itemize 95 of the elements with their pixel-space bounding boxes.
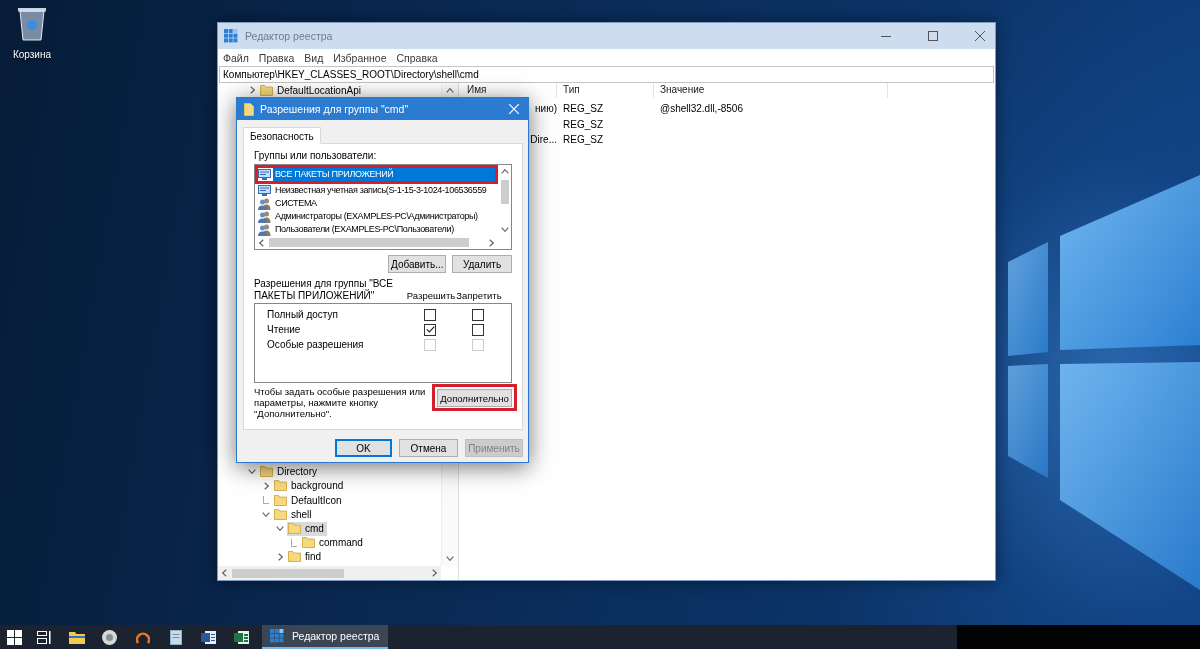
permission-name: Полный доступ (266, 309, 338, 320)
recycle-bin-shortcut[interactable]: Корзина (4, 5, 60, 60)
value-name: Dire... (530, 134, 557, 146)
chevron-right-icon[interactable] (263, 481, 269, 490)
tab[interactable]: Безопасность (243, 127, 321, 144)
scrollbar-thumb[interactable] (500, 180, 509, 204)
user-list[interactable]: ВСЕ ПАКЕТЫ ПРИЛОЖЕНИЙ Неизвестная учетная запись(S-1-15-3-1024-106536559 СИСТЕМА Администраторы (EXAMPLES-PC\Администраторы) Пользователи (EXAMPLES-PC\Пользователи) (254, 164, 512, 250)
user-list-item[interactable]: ВСЕ ПАКЕТЫ ПРИЛОЖЕНИЙ (273, 168, 495, 181)
user-list-item[interactable]: Неизвестная учетная запись(S-1-15-3-1024-106536559 (273, 184, 489, 197)
disc-icon[interactable] (102, 629, 117, 645)
permission-name: Особые разрешения (266, 339, 364, 350)
value-type: REG_SZ (563, 134, 603, 146)
minimize-icon[interactable] (881, 35, 891, 37)
user-list-item[interactable]: Администраторы (EXAMPLES-PC\Администраторы) (273, 210, 480, 223)
column-label: Запретить (456, 289, 502, 301)
value-type: REG_SZ (563, 118, 603, 130)
folder-icon (260, 466, 273, 478)
checkbox[interactable] (424, 308, 436, 321)
chevron-right-icon[interactable] (489, 238, 494, 247)
value-name: нию) (535, 103, 557, 115)
spreadsheet-tile-icon[interactable] (234, 629, 249, 645)
address-bar[interactable]: Компьютер\HKEY_CLASSES_ROOT\Directory\shell\cmd (219, 66, 994, 83)
folder-icon (274, 494, 287, 506)
grid-icon (270, 629, 284, 643)
column-header[interactable]: Тип (557, 83, 654, 98)
tree-item[interactable]: DefaultIcon (273, 493, 345, 508)
tree-item[interactable]: DefaultLocationApi (259, 83, 364, 98)
checkbox[interactable] (424, 323, 436, 336)
menu-item[interactable]: Справка (391, 51, 443, 64)
window-title: Редактор реестра (245, 30, 334, 42)
column-header[interactable]: Значение (654, 83, 888, 98)
checkbox[interactable] (472, 308, 484, 321)
hint-text: Чтобы задать особые разрешения или параметры, нажмите кнопку "Дополнительно". (254, 386, 427, 419)
folder-icon (288, 551, 301, 563)
value-type: REG_SZ (563, 103, 603, 115)
chevron-down-icon[interactable] (276, 526, 284, 532)
dialog-button[interactable]: Удалить (452, 255, 512, 273)
checkmark-icon (425, 326, 435, 333)
dialog-title: Разрешения для группы "cmd" (260, 103, 410, 115)
user-list-item[interactable]: СИСТЕМА (273, 197, 319, 210)
chevron-up-icon[interactable] (500, 169, 509, 174)
trash-bin-icon (17, 5, 47, 41)
task-view-icon[interactable] (36, 630, 52, 644)
menu-item[interactable]: Файл (218, 51, 254, 64)
close-icon[interactable] (975, 31, 985, 41)
checkbox[interactable] (472, 323, 484, 336)
users-icon (258, 210, 271, 223)
tree-item[interactable]: find (287, 549, 325, 564)
folder-icon (274, 480, 287, 492)
tree-item[interactable]: background (273, 478, 347, 493)
dialog-button[interactable]: OK (335, 439, 392, 457)
column-label: Разрешить (406, 289, 456, 301)
document-tile-icon[interactable] (201, 629, 216, 645)
tree-item[interactable]: cmd (287, 521, 327, 536)
tree-item[interactable]: Directory (259, 464, 320, 479)
menu-item[interactable]: Избранное (328, 51, 392, 64)
users-icon (258, 197, 271, 210)
chevron-down-icon[interactable] (446, 556, 454, 561)
chevron-left-icon[interactable] (222, 569, 227, 577)
chevron-down-icon[interactable] (500, 227, 509, 232)
value-data: @shell32.dll,-8506 (660, 103, 743, 115)
chevron-right-icon[interactable] (249, 86, 255, 95)
folder-icon (274, 508, 287, 520)
advanced-button[interactable]: Дополнительно (437, 389, 512, 407)
menu-item[interactable]: Правка (253, 51, 300, 64)
page-icon (244, 102, 254, 116)
chevron-down-icon[interactable] (248, 469, 256, 475)
arc-icon[interactable] (135, 630, 150, 644)
notebook-icon[interactable] (169, 629, 182, 645)
tree-item[interactable]: shell (273, 507, 315, 522)
chevron-right-icon[interactable] (277, 552, 283, 561)
scrollbar-thumb[interactable] (232, 568, 344, 578)
chevron-down-icon[interactable] (262, 511, 270, 517)
tree-item[interactable]: command (301, 535, 366, 550)
folder-icon (288, 523, 301, 535)
dialog-button[interactable]: Добавить... (388, 255, 446, 273)
dialog-button[interactable]: Отмена (399, 439, 458, 457)
monitor-icon (258, 169, 271, 180)
scrollbar-thumb[interactable] (269, 238, 469, 247)
permission-name: Чтение (266, 324, 301, 335)
taskbar-window-button[interactable]: Редактор реестра (262, 625, 388, 649)
dialog-button: Применить (465, 439, 523, 457)
chevron-up-icon[interactable] (446, 88, 454, 93)
start-icon[interactable] (6, 629, 22, 645)
maximize-icon[interactable] (928, 31, 938, 41)
section-label: Группы или пользователи: (254, 150, 378, 162)
chevron-right-icon[interactable] (432, 569, 437, 577)
menu-item[interactable]: Вид (299, 51, 329, 64)
monitor-icon (258, 185, 271, 196)
section-label: Разрешения для группы "ВСЕ ПАКЕТЫ ПРИЛОЖЕНИЙ" (254, 278, 394, 301)
user-list-item[interactable]: Пользователи (EXAMPLES-PC\Пользователи) (273, 223, 456, 236)
chevron-left-icon[interactable] (259, 238, 264, 247)
grid-icon (224, 29, 238, 43)
users-icon (258, 223, 271, 236)
folder-icon[interactable] (68, 630, 85, 644)
